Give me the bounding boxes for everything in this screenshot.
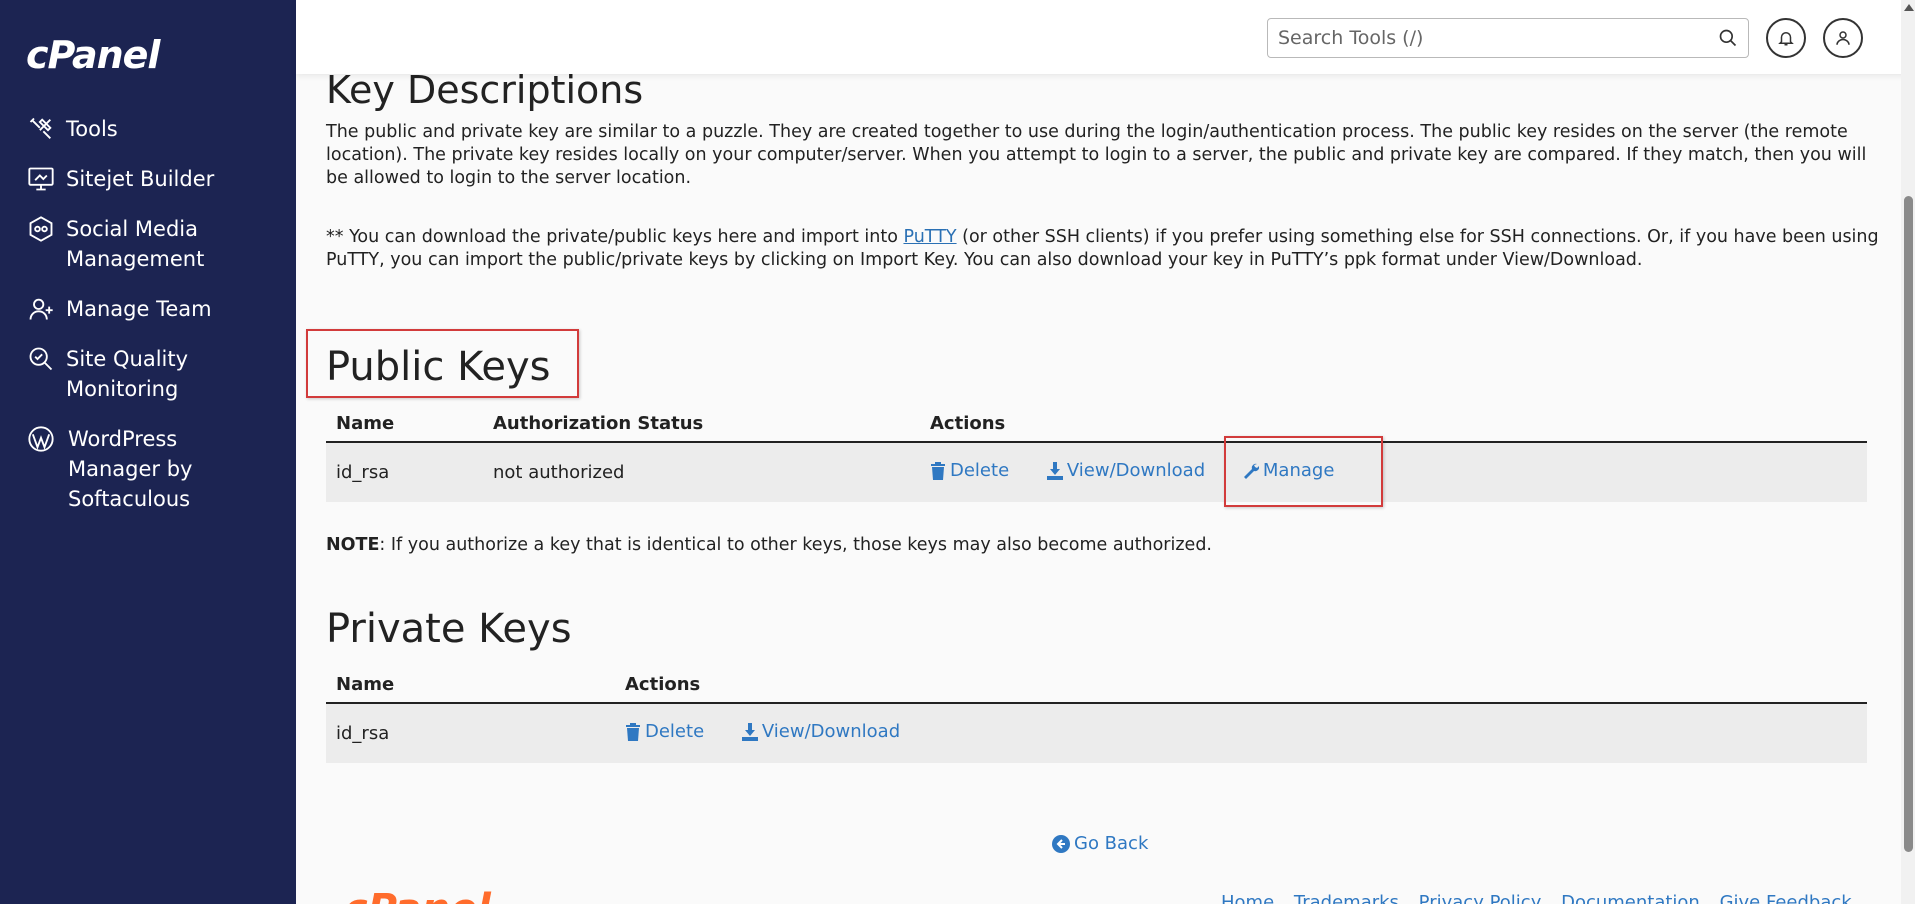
sidebar-item-manage-team[interactable]: Manage Team [0, 294, 296, 324]
key-name-cell: id_rsa [326, 703, 615, 763]
download-icon [741, 722, 758, 741]
site-quality-icon [26, 344, 56, 374]
sidebar-item-label: Manage Team [66, 297, 212, 321]
manage-highlight [1224, 436, 1383, 507]
private-keys-table: Name Actions id_rsa Delete View/Download [326, 667, 1867, 763]
private-keys-title: Private Keys [326, 606, 572, 652]
view-download-public-key-button[interactable]: View/Download [1046, 460, 1206, 482]
note-label: NOTE [326, 535, 380, 555]
delete-public-key-button[interactable]: Delete [930, 460, 1009, 481]
team-icon [26, 294, 56, 324]
sidebar: cPanel Tools Sitejet Builder Social Medi… [0, 0, 296, 904]
actions-cell: Delete View/Download [615, 703, 1867, 763]
bell-icon [1778, 32, 1794, 46]
go-back-label: Go Back [1074, 833, 1149, 854]
search-input[interactable] [1278, 27, 1698, 49]
tools-icon [26, 114, 56, 144]
trash-icon [931, 461, 945, 480]
main-content: Key Descriptions The public and private … [296, 0, 1901, 904]
sidebar-item-site-quality[interactable]: Site Quality Monitoring [0, 344, 296, 404]
scroll-thumb[interactable] [1904, 196, 1913, 852]
sidebar-item-label: Social Media Management [66, 217, 205, 271]
user-menu-button[interactable] [1823, 18, 1863, 58]
sidebar-item-label: Site Quality Monitoring [66, 347, 189, 401]
sidebar-item-label: Sitejet Builder [66, 167, 215, 191]
sidebar-item-social-media[interactable]: Social Media Management [0, 214, 296, 274]
note-text: : If you authorize a key that is identic… [379, 535, 1212, 555]
footer-link-home[interactable]: Home [1221, 892, 1274, 904]
footer-logo: cPanel [344, 886, 491, 904]
scroll-up-arrow[interactable] [1904, 4, 1914, 11]
key-description-paragraph: The public and private key are similar t… [326, 122, 1867, 188]
download-icon [1046, 461, 1063, 480]
top-header [296, 0, 1915, 74]
social-media-icon [26, 214, 56, 244]
arrow-left-circle-icon [1052, 834, 1070, 853]
table-header-row: Name Authorization Status Actions [326, 406, 1867, 443]
public-keys-title: Public Keys [326, 344, 551, 390]
column-header-name: Name [326, 406, 483, 443]
footer-link-feedback[interactable]: Give Feedback [1720, 892, 1852, 904]
authorization-note: NOTE: If you authorize a key that is ide… [326, 535, 1212, 555]
footer-link-privacy[interactable]: Privacy Policy [1419, 892, 1542, 904]
wordpress-icon [26, 424, 56, 454]
footer-link-documentation[interactable]: Documentation [1561, 892, 1700, 904]
column-header-name: Name [326, 667, 615, 704]
delete-label: Delete [950, 460, 1010, 482]
putty-link[interactable]: PuTTY [903, 227, 956, 247]
sidebar-nav: Tools Sitejet Builder Social Media Manag… [0, 114, 296, 534]
sidebar-item-sitejet[interactable]: Sitejet Builder [0, 164, 296, 194]
cpanel-logo[interactable]: cPanel [26, 33, 160, 77]
sidebar-item-wordpress[interactable]: WordPress Manager by Softaculous [0, 424, 296, 514]
page-scrollbar[interactable] [1901, 0, 1915, 904]
actions-cell: Delete View/Download Manage [920, 442, 1867, 502]
table-row: id_rsa not authorized Delete View/Downlo… [326, 442, 1867, 502]
delete-label: Delete [645, 721, 705, 743]
key-name-cell: id_rsa [326, 442, 483, 502]
user-icon [1836, 31, 1850, 45]
view-download-label: View/Download [761, 721, 901, 743]
table-header-row: Name Actions [326, 667, 1867, 704]
search-box[interactable] [1267, 18, 1749, 58]
notifications-button[interactable] [1766, 18, 1806, 58]
view-download-private-key-button[interactable]: View/Download [741, 721, 901, 743]
view-download-label: View/Download [1066, 460, 1206, 482]
footer-link-trademarks[interactable]: Trademarks [1294, 892, 1399, 904]
sidebar-item-tools[interactable]: Tools [0, 114, 296, 144]
sidebar-item-label: Tools [66, 117, 118, 141]
column-header-status: Authorization Status [483, 406, 920, 443]
search-icon[interactable] [1718, 28, 1738, 48]
delete-private-key-button[interactable]: Delete [625, 721, 704, 742]
putty-info-prefix: ** You can download the private/public k… [326, 227, 904, 247]
trash-icon [626, 722, 640, 741]
go-back-link[interactable]: Go Back [1052, 833, 1148, 854]
column-header-actions: Actions [615, 667, 1867, 704]
footer-links: Home Trademarks Privacy Policy Documenta… [1221, 892, 1866, 904]
table-row: id_rsa Delete View/Download [326, 703, 1867, 763]
putty-info-paragraph: ** You can download the private/public k… [326, 226, 1886, 272]
sitejet-icon [26, 164, 56, 194]
key-descriptions-title: Key Descriptions [326, 68, 644, 112]
column-header-actions: Actions [920, 406, 1867, 443]
sidebar-item-label: WordPress Manager by Softaculous [68, 427, 193, 511]
public-keys-table: Name Authorization Status Actions id_rsa… [326, 406, 1867, 502]
auth-status-cell: not authorized [483, 442, 920, 502]
